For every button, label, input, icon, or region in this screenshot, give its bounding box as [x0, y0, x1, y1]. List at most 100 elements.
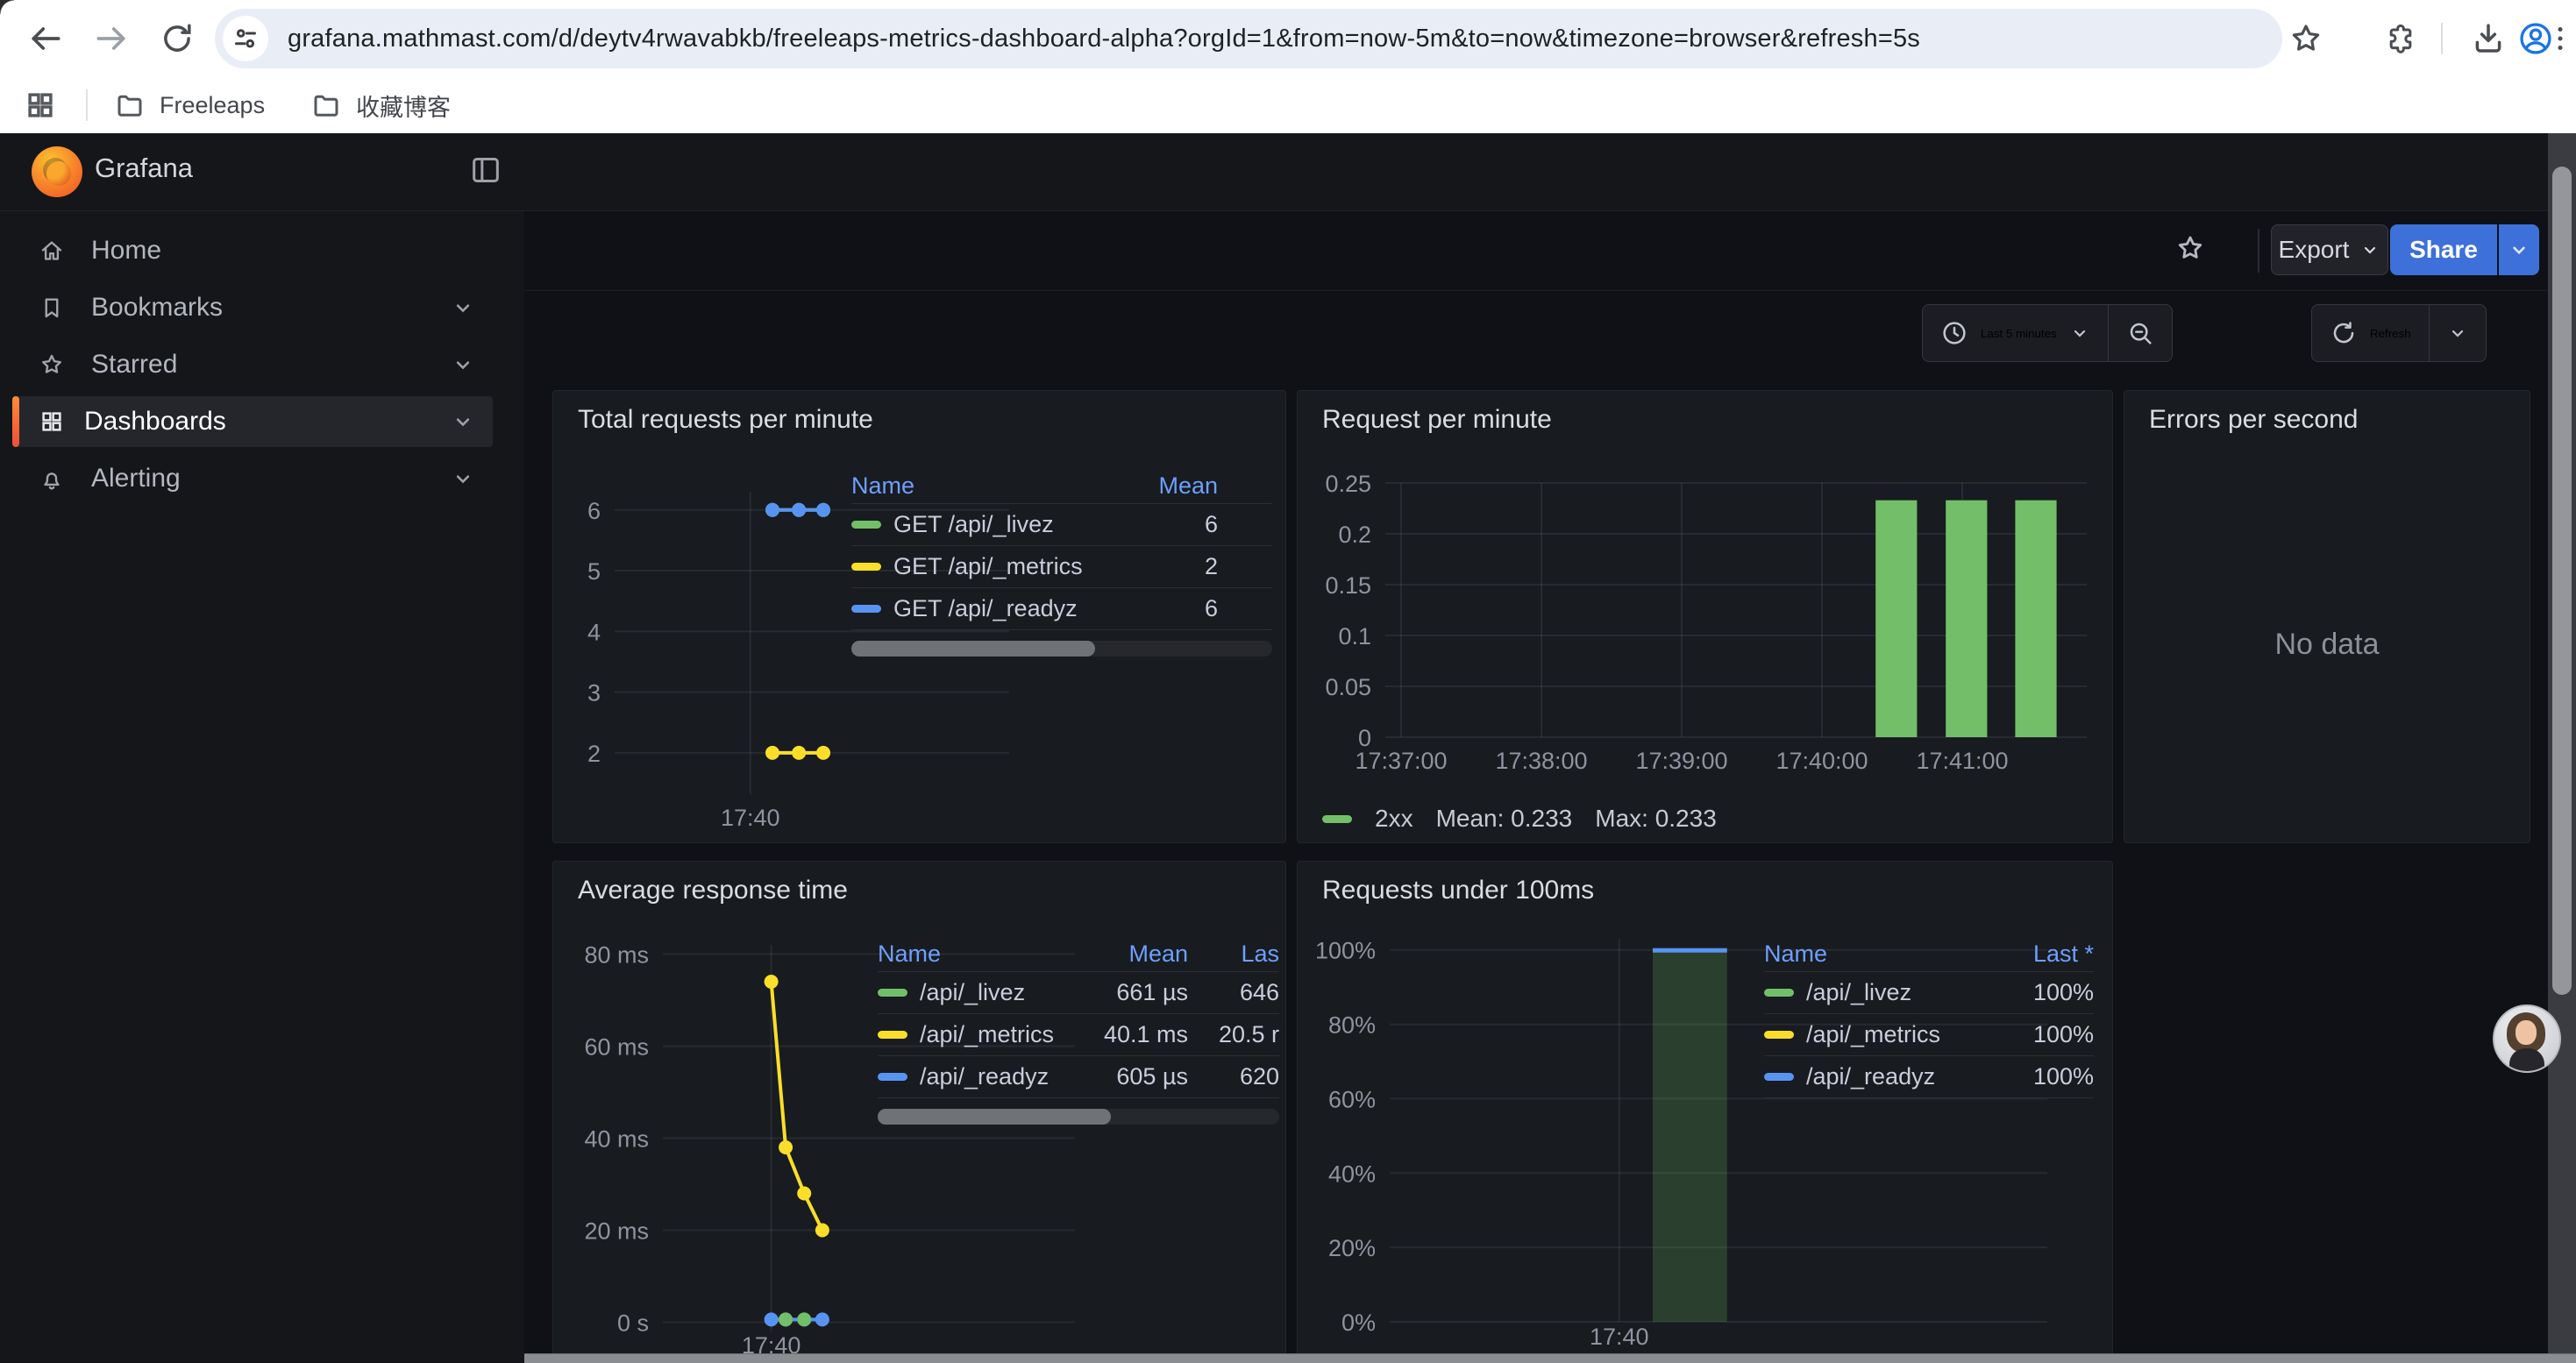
- sidebar-item-dashboards[interactable]: Dashboards: [12, 396, 493, 447]
- svg-text:0.15: 0.15: [1325, 572, 1371, 599]
- panel-left-icon: [468, 153, 503, 188]
- url-text: grafana.mathmast.com/d/deytv4rwavabkb/fr…: [288, 25, 1920, 53]
- actions-divider: [2258, 229, 2259, 273]
- dashboard-time-row: Last 5 minutes Refresh: [524, 290, 2576, 378]
- dashboard-actions-row: Export Share: [524, 211, 2576, 291]
- page-scrollbar-horizontal[interactable]: [524, 1353, 2576, 1363]
- svg-text:40 ms: 40 ms: [584, 1126, 649, 1153]
- grafana-sidebar: Home Bookmarks Starred Dashboards Alerti…: [0, 211, 524, 1362]
- panel-average-response-time: Average response time 80 ms60 ms40 ms20 …: [552, 861, 1286, 1362]
- refresh-group: Refresh: [2311, 304, 2487, 362]
- refresh-button[interactable]: Refresh: [2312, 305, 2429, 361]
- sidebar-item-label: Dashboards: [84, 407, 226, 437]
- sidebar-item-label: Bookmarks: [91, 293, 223, 323]
- share-button[interactable]: Share: [2390, 224, 2497, 275]
- panel-legend-table[interactable]: NameMeanLas/api/_livez661 µs646/api/_met…: [878, 936, 1279, 1125]
- assistant-avatar[interactable]: [2493, 1005, 2561, 1073]
- svg-text:60%: 60%: [1328, 1086, 1376, 1112]
- svg-text:0%: 0%: [1341, 1310, 1376, 1336]
- svg-text:0 s: 0 s: [617, 1310, 649, 1337]
- chevron-down-icon[interactable]: [451, 352, 475, 377]
- star-icon: [39, 351, 65, 378]
- browser-reload-button[interactable]: [151, 12, 203, 65]
- downloads-button[interactable]: [2466, 16, 2511, 61]
- grafana-logo[interactable]: [32, 146, 82, 197]
- svg-text:17:40: 17:40: [721, 805, 780, 831]
- svg-text:20 ms: 20 ms: [584, 1218, 649, 1245]
- puzzle-icon: [2383, 21, 2418, 56]
- svg-text:2: 2: [587, 741, 601, 767]
- bar-chart[interactable]: 0.250.20.150.10.05017:37:0017:38:0017:39…: [1298, 391, 2112, 842]
- toolbar-separator: [2441, 23, 2443, 54]
- browser-toolbar: grafana.mathmast.com/d/deytv4rwavabkb/fr…: [0, 0, 2576, 77]
- panel-requests-under-100ms: Requests under 100ms 100%80%60%40%20%0%1…: [1297, 861, 2113, 1362]
- bookmark-folder-freeleaps[interactable]: Freeleaps: [98, 82, 281, 128]
- reload-icon: [159, 20, 196, 57]
- zoom-out-time-button[interactable]: [2108, 305, 2172, 361]
- no-data-message: No data: [2124, 628, 2530, 662]
- chevron-down-icon[interactable]: [451, 409, 475, 434]
- bookmark-page-button[interactable]: [2283, 16, 2329, 61]
- svg-text:20%: 20%: [1328, 1235, 1376, 1261]
- sidebar-item-home[interactable]: Home: [12, 225, 493, 276]
- browser-back-button[interactable]: [19, 12, 72, 65]
- share-split-button: Share: [2390, 224, 2539, 275]
- svg-text:17:41:00: 17:41:00: [1916, 748, 2008, 774]
- export-button[interactable]: Export: [2271, 224, 2388, 275]
- svg-text:3: 3: [587, 680, 601, 706]
- panel-request-per-minute: Request per minute 0.250.20.150.10.05017…: [1297, 390, 2113, 843]
- chevron-down-icon: [2069, 323, 2090, 344]
- refresh-icon: [2330, 319, 2358, 347]
- bookmark-folder-label: 收藏博客: [356, 89, 451, 123]
- kebab-menu-icon: [2544, 23, 2576, 54]
- extensions-button[interactable]: [2378, 16, 2423, 61]
- panel-title[interactable]: Errors per second: [2149, 405, 2358, 435]
- site-settings-button[interactable]: [223, 16, 268, 61]
- svg-text:0.25: 0.25: [1325, 471, 1371, 497]
- bell-icon: [39, 465, 65, 492]
- svg-text:100%: 100%: [1315, 938, 1376, 964]
- bookmark-icon: [39, 295, 65, 321]
- svg-text:80 ms: 80 ms: [584, 942, 649, 969]
- folder-icon: [310, 89, 342, 121]
- folder-icon: [114, 89, 146, 121]
- sidebar-item-bookmarks[interactable]: Bookmarks: [12, 282, 493, 333]
- time-range-label: Last 5 minutes: [1981, 327, 2057, 340]
- sidebar-item-label: Alerting: [91, 464, 181, 493]
- sidebar-item-starred[interactable]: Starred: [12, 339, 493, 390]
- avatar-face: [2516, 1020, 2537, 1045]
- panel-legend-table[interactable]: NameLast */api/_livez100%/api/_metrics10…: [1764, 936, 2094, 1098]
- chevron-down-icon[interactable]: [451, 295, 475, 320]
- chevron-down-icon[interactable]: [451, 466, 475, 491]
- address-bar[interactable]: grafana.mathmast.com/d/deytv4rwavabkb/fr…: [215, 9, 2282, 68]
- svg-text:0.05: 0.05: [1325, 674, 1371, 700]
- avatar-body: [2509, 1048, 2544, 1071]
- grafana-header: Grafana Home Dashboards Freeleaps Metric…: [0, 133, 2576, 211]
- panel-errors-per-second: Errors per second No data: [2124, 390, 2530, 843]
- scrollbar-thumb[interactable]: [2552, 167, 2572, 995]
- browser-forward-button[interactable]: [85, 12, 138, 65]
- dashboards-grid-icon: [39, 408, 65, 435]
- panel-legend-inline[interactable]: 2xxMean: 0.233Max: 0.233: [1322, 805, 1717, 833]
- svg-text:40%: 40%: [1328, 1161, 1376, 1187]
- favorite-dashboard-button[interactable]: [2174, 232, 2206, 264]
- bookmark-folder-blogs[interactable]: 收藏博客: [295, 82, 466, 128]
- svg-text:17:40: 17:40: [1590, 1324, 1649, 1350]
- bookmarks-separator: [86, 89, 88, 121]
- share-dropdown-button[interactable]: [2499, 224, 2539, 275]
- export-label: Export: [2279, 236, 2350, 264]
- share-label: Share: [2409, 236, 2478, 264]
- refresh-interval-dropdown[interactable]: [2429, 305, 2486, 361]
- panel-total-requests: Total requests per minute 6543217:40 Nam…: [552, 390, 1286, 843]
- svg-text:60 ms: 60 ms: [584, 1034, 649, 1061]
- time-range-picker[interactable]: Last 5 minutes: [1923, 305, 2108, 361]
- sidebar-item-alerting[interactable]: Alerting: [12, 453, 493, 504]
- page-scrollbar-vertical[interactable]: [2548, 133, 2576, 1362]
- chevron-down-icon: [2508, 238, 2530, 261]
- panel-legend-table[interactable]: NameMeanGET /api/_livez6GET /api/_metric…: [851, 468, 1272, 657]
- refresh-label: Refresh: [2370, 327, 2411, 340]
- svg-text:17:37:00: 17:37:00: [1355, 748, 1447, 774]
- sidebar-toggle-button[interactable]: [468, 153, 503, 190]
- apps-grid-button[interactable]: [18, 82, 63, 128]
- browser-menu-button[interactable]: [2544, 16, 2576, 61]
